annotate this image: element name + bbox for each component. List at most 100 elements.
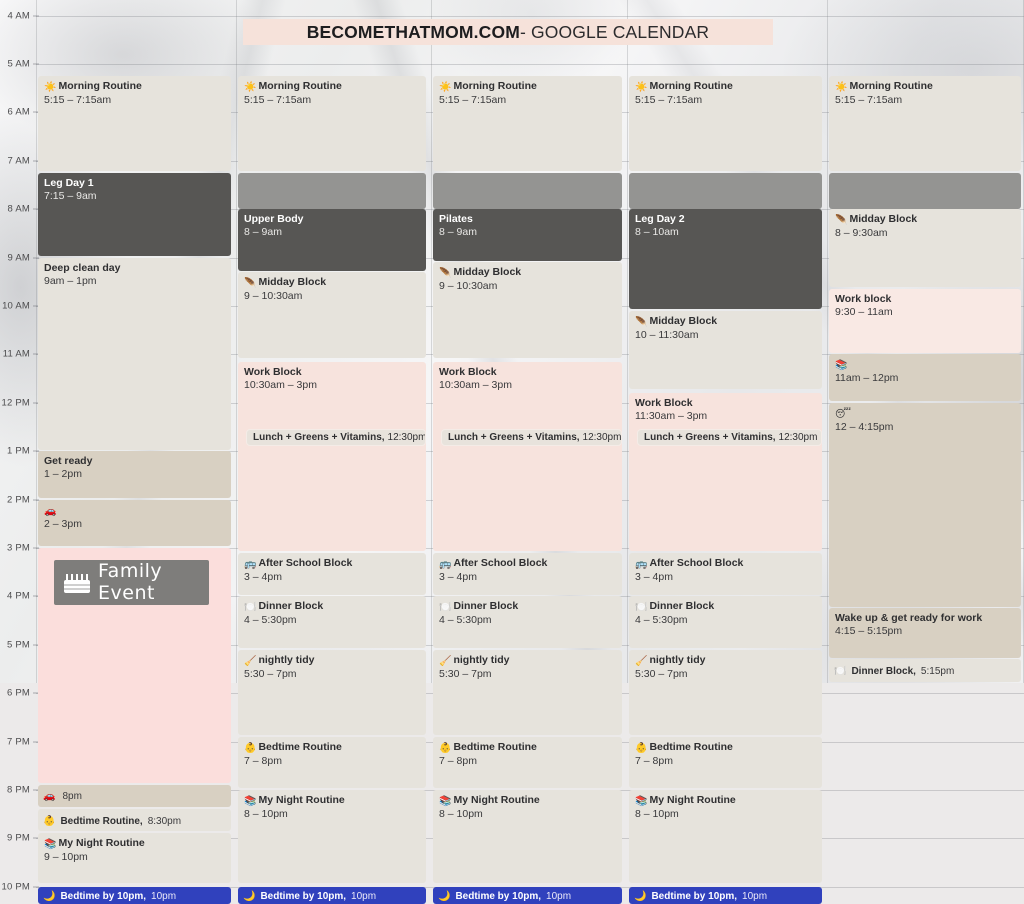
event-block[interactable]: 📚 My Night Routine 9 – 10pm [38,833,231,883]
event-block[interactable]: 🌙 Bedtime by 10pm, 10pm [433,886,622,904]
event-block[interactable]: 🚌 After School Block 3 – 4pm [629,552,822,595]
event-lunch-chip[interactable]: Lunch + Greens + Vitamins, 12:30pm [441,429,622,447]
event-block[interactable]: 🍽️ Dinner Block, 5:15pm [829,659,1021,682]
event-block[interactable]: 🚌 After School Block 3 – 4pm [238,552,426,595]
event-title: 📚 My Night Routine [439,793,540,807]
family-event-title: Family Event [98,560,163,605]
event-block[interactable]: 🪶 Midday Block 8 – 9:30am [829,209,1021,288]
event-block[interactable]: 🪶 Midday Block 10 – 11:30am [629,310,822,390]
event-title: 🚌 After School Block [439,556,548,570]
event-block-untitled[interactable]: 😴 12 – 4:15pm [829,402,1021,607]
event-title: Work Block [439,365,497,378]
event-block[interactable]: 🍽️ Dinner Block 4 – 5:30pm [433,596,622,649]
cake-icon [64,571,90,594]
moon-emoji: 🌙 [43,890,56,902]
event-block[interactable]: 👶 Bedtime Routine 7 – 8pm [433,736,622,789]
moon-emoji: 🌙 [243,890,256,902]
bus-emoji: 🚌 [439,558,452,570]
event-block-untitled[interactable] [829,172,1021,209]
event-block[interactable]: 📚 My Night Routine 8 – 10pm [238,789,426,883]
feather-emoji: 🪶 [439,268,452,280]
event-block-untitled[interactable]: 📚 11am – 12pm [829,354,1021,402]
time-label: 1 PM [7,445,30,457]
baby-emoji: 👶 [244,742,257,754]
event-block[interactable]: 🍽️ Dinner Block 4 – 5:30pm [238,596,426,649]
event-title: 🪶 Midday Block [439,266,522,280]
books-emoji: 📚 [835,360,848,372]
event-block[interactable]: Work Block 10:30am – 3pm [433,361,622,552]
event-title: Bedtime by 10pm, [60,890,147,902]
event-time: 4:15 – 5:15pm [835,625,903,638]
event-block[interactable]: 🪶 Midday Block 9 – 10:30am [433,262,622,358]
family-event-label[interactable]: Family Event [54,559,209,605]
event-title: 🧹 nightly tidy [244,653,315,667]
event-time: 3 – 4pm [635,570,673,583]
event-block[interactable]: 🍽️ Dinner Block 4 – 5:30pm [629,596,822,649]
event-block[interactable]: 📚 My Night Routine 8 – 10pm [629,789,822,883]
event-block[interactable]: ☀️ Morning Routine 5:15 – 7:15am [238,76,426,172]
event-block[interactable]: Get ready 1 – 2pm [38,451,231,498]
event-block-untitled[interactable] [629,172,822,209]
event-block[interactable]: Pilates 8 – 9am [433,209,622,261]
event-time: 9am – 1pm [44,274,97,287]
event-block[interactable]: 🪶 Midday Block 9 – 10:30am [238,272,426,358]
event-title: 📚 My Night Routine [244,793,345,807]
event-block-untitled[interactable]: 🚗 2 – 3pm [38,499,231,547]
event-time: 3 – 4pm [439,570,477,583]
broom-emoji: 🧹 [244,655,257,667]
event-block[interactable]: ☀️ Morning Routine 5:15 – 7:15am [433,76,622,172]
event-block[interactable]: 📚 My Night Routine 8 – 10pm [433,789,622,883]
hour-gridline [36,15,1024,17]
day-divider [36,0,37,683]
event-block[interactable]: Leg Day 1 7:15 – 9am [38,172,231,256]
time-label: 10 AM [2,300,30,312]
event-block[interactable]: 👶 Bedtime Routine 7 – 8pm [629,736,822,789]
event-block[interactable]: 🧹 nightly tidy 5:30 – 7pm [629,649,822,736]
event-title: Deep clean day [44,261,121,274]
event-time: 12 – 4:15pm [835,420,894,433]
event-block-untitled[interactable]: 🚗 8pm [38,785,231,807]
sun-emoji: ☀️ [439,82,452,93]
books-candle-emoji: 📚 [44,839,57,851]
event-block[interactable]: Deep clean day 9am – 1pm [38,257,231,450]
event-block[interactable]: 🌙 Bedtime by 10pm, 10pm [238,886,426,904]
time-label: 5 AM [7,58,30,70]
event-title: 👶 Bedtime Routine [244,740,342,754]
event-block[interactable]: ☀️ Morning Routine 5:15 – 7:15am [829,76,1021,172]
time-label: 6 PM [7,687,30,699]
event-time: 8 – 10pm [244,807,288,820]
event-title: Work block [835,292,892,305]
event-block[interactable]: 🌙 Bedtime by 10pm, 10pm [629,886,822,904]
car-emoji: 🚗 [43,791,56,803]
event-title: 📚 [835,358,1021,372]
event-block[interactable]: 🧹 nightly tidy 5:30 – 7pm [238,649,426,736]
event-time: 8 – 9:30am [835,227,888,240]
event-block[interactable]: Work block 9:30 – 11am [829,288,1021,353]
event-block[interactable]: 🌙 Bedtime by 10pm, 10pm [38,886,231,904]
event-block[interactable]: ☀️ Morning Routine 5:15 – 7:15am [629,76,822,172]
event-title: 🚌 After School Block [635,556,744,570]
event-block-untitled[interactable] [238,172,426,209]
books-candle-emoji: 📚 [244,795,257,807]
event-block[interactable]: 🚌 After School Block 3 – 4pm [433,552,622,595]
event-block[interactable]: ☀️ Morning Routine 5:15 – 7:15am [38,76,231,172]
day-divider [431,0,432,683]
car-emoji: 🚗 [44,505,57,517]
event-block[interactable]: 🧹 nightly tidy 5:30 – 7pm [433,649,622,736]
event-title: Work Block [244,365,302,378]
event-lunch-chip[interactable]: Lunch + Greens + Vitamins, 12:30pm [246,429,426,447]
event-block[interactable]: Wake up & get ready for work 4:15 – 5:15p… [829,608,1021,658]
event-lunch-chip[interactable]: Lunch + Greens + Vitamins, 12:30pm [637,429,822,447]
moon-emoji: 🌙 [634,890,647,902]
event-block[interactable]: 👶 Bedtime Routine, 8:30pm [38,809,231,831]
event-block[interactable]: Work Block 11:30am – 3pm [629,393,822,552]
feather-emoji: 🪶 [835,215,848,227]
day-divider [627,0,628,683]
event-block[interactable]: 👶 Bedtime Routine 7 – 8pm [238,736,426,789]
event-block[interactable]: Leg Day 28 – 10am [629,209,822,310]
event-block[interactable]: Work Block 10:30am – 3pm [238,361,426,552]
event-title: 👶 Bedtime Routine [635,740,733,754]
time-label: 7 AM [7,155,30,167]
event-block[interactable]: Upper Body 8 – 9am [238,209,426,271]
event-block-untitled[interactable] [433,172,622,209]
